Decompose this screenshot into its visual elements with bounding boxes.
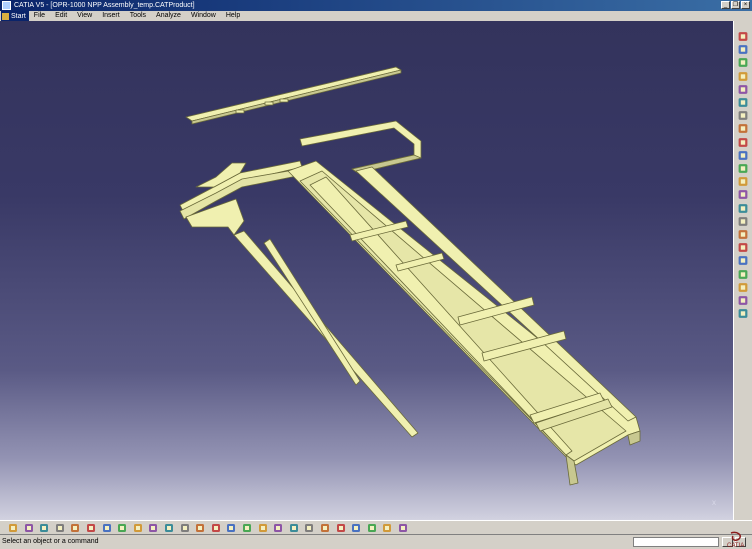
comment-icon[interactable] (180, 523, 190, 533)
copy-icon[interactable] (86, 523, 96, 533)
replace-component-icon[interactable] (737, 110, 749, 121)
menu-file[interactable]: File (29, 11, 50, 21)
cut-icon[interactable] (70, 523, 80, 533)
angle-icon[interactable] (737, 242, 749, 253)
menu-start-label: Start (11, 12, 26, 20)
window-controls: _ ❐ × (721, 1, 750, 9)
svg-text:CATIA: CATIA (727, 543, 744, 549)
isometric-view-icon[interactable] (351, 523, 361, 533)
normal-view-icon[interactable] (336, 523, 346, 533)
menu-edit[interactable]: Edit (50, 11, 72, 21)
title-bar: CATIA V5 - [OPR-1000 NPP Assembly_temp.C… (0, 0, 752, 11)
beam-block (264, 101, 274, 106)
measure-icon[interactable] (211, 523, 221, 533)
fit-all-icon[interactable] (258, 523, 268, 533)
constraint-icon[interactable] (737, 189, 749, 200)
paste-icon[interactable] (102, 523, 112, 533)
status-bar: Select an object or a command (0, 534, 752, 549)
beam-block (279, 98, 289, 103)
zoom-out-icon[interactable] (320, 523, 330, 533)
scene-icon[interactable] (737, 269, 749, 280)
new-icon[interactable] (8, 523, 18, 533)
main-rail-inner (309, 176, 573, 456)
minimize-button[interactable]: _ (721, 1, 730, 9)
close-button[interactable]: × (741, 1, 750, 9)
manipulate-icon[interactable] (737, 137, 749, 148)
bottom-toolbar (0, 520, 752, 534)
product-icon[interactable] (737, 57, 749, 68)
menu-insert[interactable]: Insert (97, 11, 125, 21)
print-icon[interactable] (55, 523, 65, 533)
menu-view[interactable]: View (72, 11, 97, 21)
right-toolbar (733, 21, 752, 520)
command-input[interactable] (633, 537, 719, 547)
delete-icon[interactable] (737, 308, 749, 319)
contact-icon[interactable] (737, 216, 749, 227)
light-bulb-icon[interactable] (737, 295, 749, 306)
start-icon (2, 12, 9, 20)
existing-component-icon[interactable] (737, 97, 749, 108)
whats-this-icon[interactable] (148, 523, 158, 533)
update-icon[interactable] (737, 255, 749, 266)
beam-block (235, 109, 245, 114)
menu-analyze[interactable]: Analyze (151, 11, 186, 21)
compass-icon[interactable] (737, 44, 749, 55)
snap-icon[interactable] (737, 150, 749, 161)
restore-button[interactable]: ❐ (731, 1, 740, 9)
menu-bar: Start File Edit View Insert Tools Analyz… (0, 11, 752, 21)
catalog-icon[interactable] (737, 282, 749, 293)
top-beam-side (191, 69, 402, 125)
menu-start[interactable]: Start (1, 11, 29, 21)
menu-window[interactable]: Window (186, 11, 221, 21)
graph-tree-icon[interactable] (737, 123, 749, 134)
formula-icon[interactable] (164, 523, 174, 533)
catalog-browser-icon[interactable] (195, 523, 205, 533)
part-icon[interactable] (737, 84, 749, 95)
view-compass: x (712, 498, 716, 507)
3d-viewport[interactable]: x (0, 21, 733, 520)
explode-icon[interactable] (737, 163, 749, 174)
assembly-model[interactable]: x (0, 21, 733, 520)
catia-app-icon[interactable] (2, 1, 11, 10)
status-message: Select an object or a command (2, 538, 99, 545)
apply-material-icon[interactable] (226, 523, 236, 533)
clash-icon[interactable] (737, 176, 749, 187)
shading-icon[interactable] (367, 523, 377, 533)
component-icon[interactable] (737, 71, 749, 82)
fix-icon[interactable] (737, 203, 749, 214)
undo-icon[interactable] (117, 523, 127, 533)
pan-icon[interactable] (273, 523, 283, 533)
swap-space-icon[interactable] (398, 523, 408, 533)
top-beam (185, 66, 402, 122)
window-title: CATIA V5 - [OPR-1000 NPP Assembly_temp.C… (14, 2, 195, 9)
open-icon[interactable] (24, 523, 34, 533)
select-arrow-icon[interactable] (737, 31, 749, 42)
menu-tools[interactable]: Tools (125, 11, 151, 21)
rotate-icon[interactable] (289, 523, 299, 533)
left-rail-side (263, 238, 361, 386)
zoom-in-icon[interactable] (304, 523, 314, 533)
redo-icon[interactable] (133, 523, 143, 533)
hide-show-icon[interactable] (382, 523, 392, 533)
catia-logo: CATIA (727, 531, 744, 549)
menu-help[interactable]: Help (221, 11, 245, 21)
fly-mode-icon[interactable] (242, 523, 252, 533)
save-icon[interactable] (39, 523, 49, 533)
offset-icon[interactable] (737, 229, 749, 240)
